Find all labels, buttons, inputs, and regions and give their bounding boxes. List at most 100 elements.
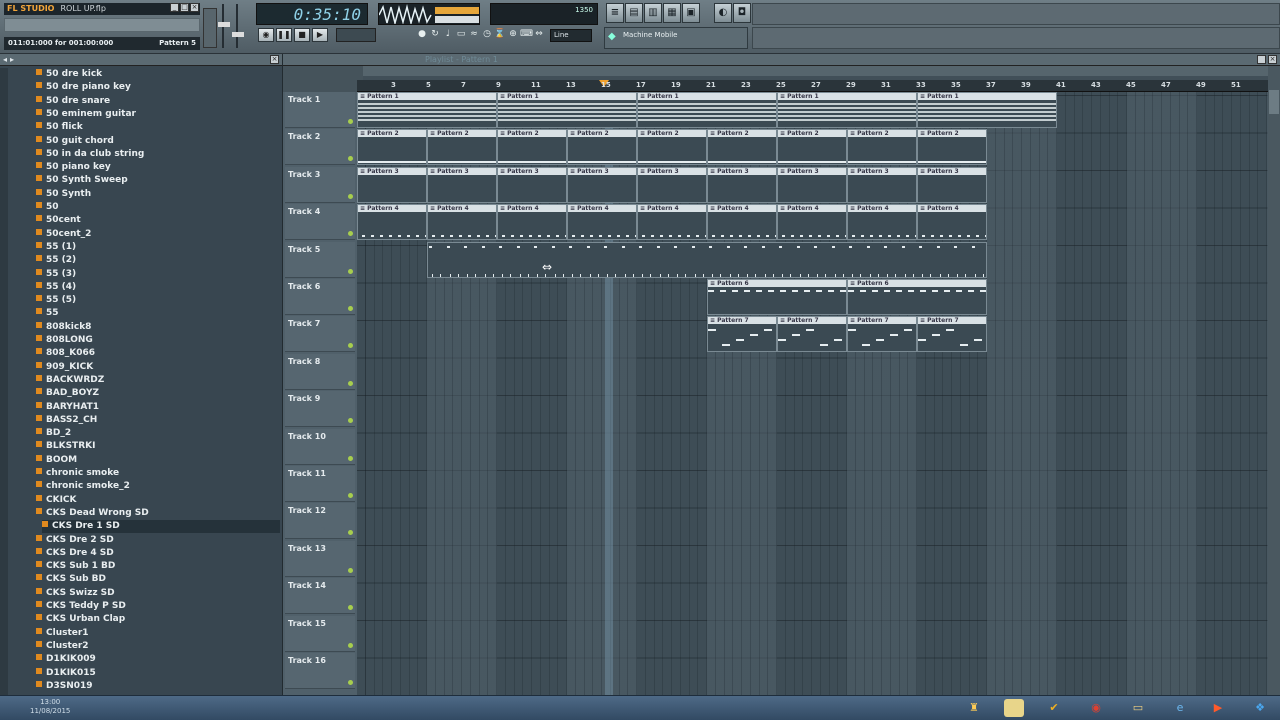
overdub-icon[interactable]: ⊕ [507, 28, 519, 40]
browser-item[interactable]: BD_2 [36, 427, 71, 440]
browser-item[interactable]: 50 Synth [36, 188, 91, 201]
browser-item[interactable]: BOOM [36, 454, 77, 467]
pattern-clip[interactable]: ≡ Pattern 2 [357, 129, 427, 166]
pattern-clip[interactable] [427, 241, 987, 278]
track-mute-led[interactable] [348, 380, 353, 386]
pattern-clip[interactable]: ≡ Pattern 6 [847, 279, 987, 315]
track-mute-led[interactable] [348, 642, 353, 648]
browser-back-icon[interactable]: ◂ [3, 55, 7, 64]
track-mute-led[interactable] [348, 418, 353, 424]
norton-icon[interactable]: ✔ [1044, 699, 1064, 717]
pattern-indicator[interactable]: Pattern 5 [159, 37, 196, 50]
play-icon[interactable]: ▶ [312, 28, 328, 42]
pattern-clip[interactable]: ≡ Pattern 2 [917, 129, 987, 166]
browser-item[interactable]: 50 eminem guitar [36, 108, 136, 121]
pattern-clip[interactable]: ≡ Pattern 3 [777, 166, 847, 203]
track-mute-led[interactable] [348, 530, 353, 536]
pattern-clip[interactable]: ≡ Pattern 2 [427, 129, 497, 166]
track-header[interactable]: Track 3 [285, 166, 355, 203]
piano-roll-button[interactable]: ▤ [625, 3, 643, 23]
browser-item[interactable]: 50 dre snare [36, 95, 110, 108]
browser-item[interactable]: 55 [36, 307, 59, 320]
typing-keyboard-icon[interactable]: ⌨ [520, 28, 533, 40]
track-header[interactable]: Track 15 [285, 615, 355, 652]
browser-item[interactable]: 50 dre kick [36, 68, 102, 81]
browser-item[interactable]: CKS Dre 1 SD [42, 520, 280, 534]
browser-item[interactable]: CKS Sub BD [36, 573, 106, 586]
stop-icon[interactable]: ■ [294, 28, 310, 42]
browser-item[interactable]: CKS Dre 4 SD [36, 547, 114, 560]
track-mute-led[interactable] [348, 156, 353, 162]
internet-explorer-icon[interactable]: e [1170, 699, 1190, 717]
browser-item[interactable]: 55 (5) [36, 294, 76, 307]
track-header[interactable]: Track 8 [285, 353, 355, 390]
time-display[interactable]: 0:35:10 [256, 3, 368, 25]
pattern-clip[interactable]: ≡ Pattern 1 [917, 92, 1057, 128]
pattern-clip[interactable]: ≡ Pattern 2 [777, 129, 847, 166]
browser-item[interactable]: 50 flick [36, 121, 83, 134]
browser-item[interactable]: 808LONG [36, 334, 93, 347]
pattern-clip[interactable]: ≡ Pattern 7 [847, 316, 917, 353]
browser-item[interactable]: BARYHAT1 [36, 401, 99, 414]
track-mute-led[interactable] [348, 268, 353, 274]
browser-item[interactable]: BACKWRDZ [36, 374, 104, 387]
pattern-clip[interactable]: ≡ Pattern 3 [567, 166, 637, 203]
browser-item[interactable]: BLKSTRKI [36, 440, 95, 453]
pattern-clip[interactable]: ≡ Pattern 2 [847, 129, 917, 166]
browser-item[interactable]: 50 dre piano key [36, 81, 131, 94]
pattern-song-toggle[interactable]: ◉ [258, 28, 274, 42]
pattern-clip[interactable]: ≡ Pattern 3 [847, 166, 917, 203]
track-header[interactable]: Track 13 [285, 540, 355, 577]
step-sequencer-button[interactable]: ▥ [644, 3, 662, 23]
mixer-button[interactable]: ▦ [663, 3, 681, 23]
pattern-clip[interactable]: ≡ Pattern 1 [497, 92, 637, 128]
fl-studio-taskbar-icon[interactable]: ♜ [964, 699, 984, 717]
browser-item[interactable]: CKS Swizz SD [36, 587, 115, 600]
browser-item[interactable]: Cluster1 [36, 627, 89, 640]
pattern-clip[interactable]: ≡ Pattern 2 [707, 129, 777, 166]
browser-item[interactable]: chronic smoke [36, 467, 119, 480]
track-header[interactable]: Track 4 [285, 204, 355, 241]
pattern-clip[interactable]: ≡ Pattern 2 [497, 129, 567, 166]
track-header[interactable]: Track 1 [285, 92, 355, 128]
pattern-clip[interactable]: ≡ Pattern 2 [637, 129, 707, 166]
browser-item[interactable]: 50 [36, 201, 59, 214]
browser-item[interactable]: 55 (2) [36, 254, 76, 267]
master-pitch-slider[interactable] [203, 8, 217, 48]
browser-item[interactable]: 808kick8 [36, 321, 91, 334]
track-header[interactable]: Track 2 [285, 129, 355, 166]
browser-item[interactable]: 50 guit chord [36, 135, 114, 148]
track-header[interactable]: Track 14 [285, 578, 355, 615]
browser-item[interactable]: D1KIK009 [36, 653, 96, 666]
browser-item[interactable]: 55 (3) [36, 268, 76, 281]
browser-button[interactable]: ▣ [682, 3, 700, 23]
browser-item[interactable]: BASS2_CH [36, 414, 97, 427]
pattern-clip[interactable]: ≡ Pattern 4 [707, 204, 777, 241]
browser-item[interactable]: CKS Teddy P SD [36, 600, 126, 613]
media-player-icon[interactable]: ▶ [1208, 699, 1228, 717]
browser-item[interactable]: BAD_BOYZ [36, 387, 99, 400]
explorer-folder-icon[interactable]: ▭ [1128, 699, 1148, 717]
pattern-clip[interactable]: ≡ Pattern 4 [847, 204, 917, 241]
pattern-clip[interactable]: ≡ Pattern 4 [917, 204, 987, 241]
track-mute-led[interactable] [348, 455, 353, 461]
playlist-close-button[interactable]: × [1268, 55, 1277, 64]
snap-selector[interactable]: Line [550, 29, 592, 42]
track-header[interactable]: Track 5 [285, 241, 355, 278]
pattern-clip[interactable]: ≡ Pattern 3 [427, 166, 497, 203]
pattern-clip[interactable]: ≡ Pattern 7 [777, 316, 847, 353]
browser-item[interactable]: 55 (1) [36, 241, 76, 254]
browser-item[interactable]: CKS Urban Clap [36, 613, 125, 626]
browser-item[interactable]: 50cent [36, 214, 81, 227]
track-mute-led[interactable] [348, 605, 353, 611]
tempo-display[interactable] [336, 28, 376, 42]
step-icon[interactable]: ▭ [455, 28, 467, 40]
browser-item[interactable]: 50 in da club string [36, 148, 144, 161]
sticky-notes-icon[interactable] [1004, 699, 1024, 717]
open-icon[interactable]: ◐ [714, 3, 732, 23]
track-mute-led[interactable] [348, 343, 353, 349]
pattern-clip[interactable]: ≡ Pattern 4 [637, 204, 707, 241]
track-mute-led[interactable] [348, 567, 353, 573]
wait-icon[interactable]: ◷ [481, 28, 493, 40]
track-mute-led[interactable] [348, 193, 353, 199]
